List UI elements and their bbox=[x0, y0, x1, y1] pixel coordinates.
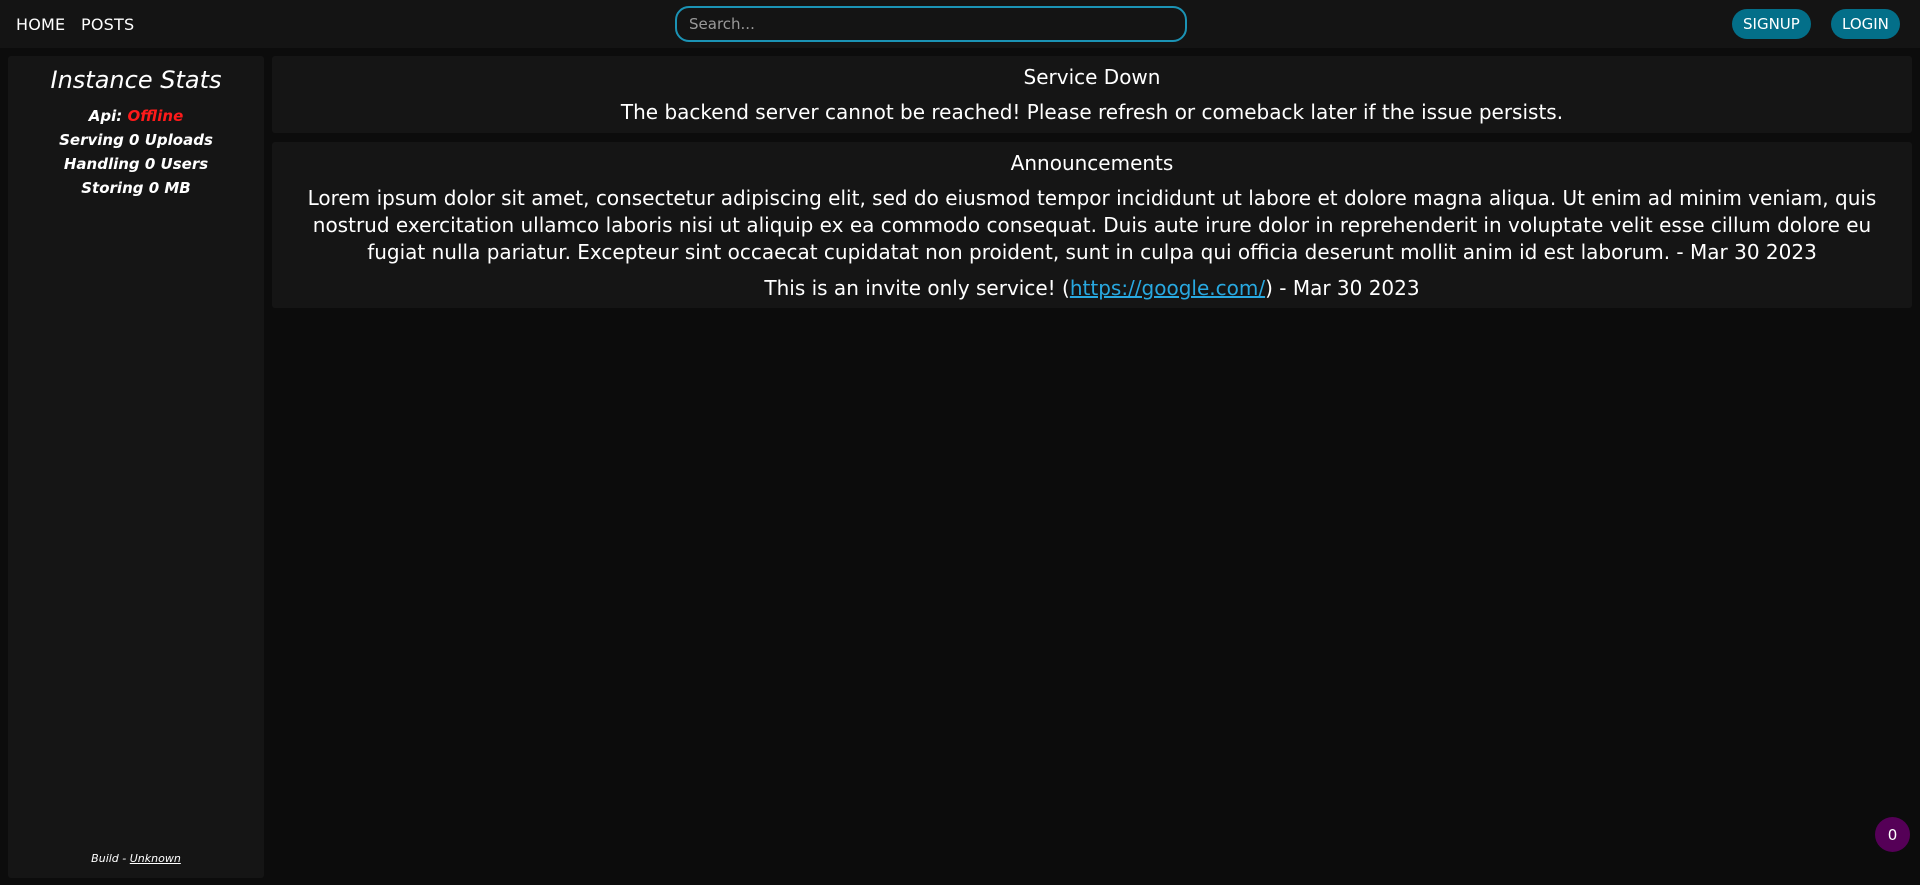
api-status-value: Offline bbox=[127, 107, 184, 125]
instance-stats-sidebar: Instance Stats Api: Offline Serving 0 Up… bbox=[8, 56, 264, 878]
api-label: Api: bbox=[88, 107, 123, 125]
build-version-link[interactable]: Unknown bbox=[130, 852, 181, 865]
sidebar-title: Instance Stats bbox=[50, 66, 222, 94]
announcements-title: Announcements bbox=[1010, 151, 1174, 175]
signup-button[interactable]: SIGNUP bbox=[1732, 9, 1811, 39]
search-input[interactable] bbox=[675, 6, 1187, 42]
uploads-stat: Serving 0 Uploads bbox=[59, 131, 213, 149]
service-down-message: The backend server cannot be reached! Pl… bbox=[620, 100, 1564, 124]
login-button[interactable]: LOGIN bbox=[1831, 9, 1900, 39]
nav-posts-link[interactable]: POSTS bbox=[81, 15, 134, 34]
announcements-card: Announcements Lorem ipsum dolor sit amet… bbox=[272, 142, 1912, 308]
build-prefix: Build - bbox=[91, 852, 130, 865]
nav-home-link[interactable]: HOME bbox=[16, 15, 65, 34]
storage-stat: Storing 0 MB bbox=[81, 179, 191, 197]
announcement-text-before: This is an invite only service! ( bbox=[764, 276, 1070, 300]
service-down-card: Service Down The backend server cannot b… bbox=[272, 56, 1912, 133]
users-stat: Handling 0 Users bbox=[63, 155, 209, 173]
announcement-item: Lorem ipsum dolor sit amet, consectetur … bbox=[307, 186, 1877, 264]
announcement-item: This is an invite only service! (https:/… bbox=[272, 275, 1912, 302]
announcement-text-after: ) - Mar 30 2023 bbox=[1265, 276, 1420, 300]
service-down-title: Service Down bbox=[1023, 65, 1161, 89]
announcement-link[interactable]: https://google.com/ bbox=[1070, 276, 1265, 300]
api-status-line: Api: Offline bbox=[8, 107, 264, 125]
notification-count-badge[interactable]: 0 bbox=[1875, 817, 1910, 852]
top-navbar: HOME POSTS SIGNUP LOGIN bbox=[0, 0, 1920, 48]
build-info: Build - Unknown bbox=[8, 852, 264, 865]
